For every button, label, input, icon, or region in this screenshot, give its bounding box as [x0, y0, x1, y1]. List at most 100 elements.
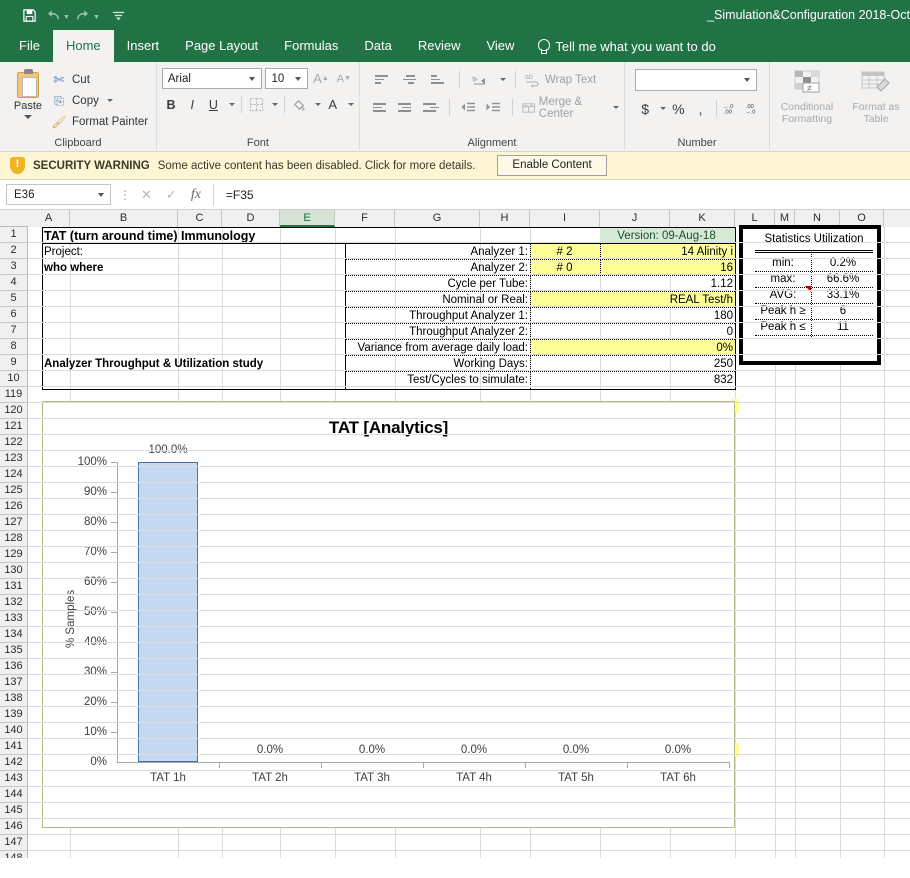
- row-header-123[interactable]: 123: [0, 451, 28, 467]
- tab-data[interactable]: Data: [351, 30, 404, 62]
- row-header-5[interactable]: 5: [0, 291, 28, 307]
- font-color-dropdown-icon[interactable]: [347, 103, 354, 106]
- fill-color-button[interactable]: [290, 94, 308, 115]
- name-box[interactable]: E36: [6, 184, 111, 205]
- tab-file[interactable]: File: [6, 30, 53, 62]
- row-header-9[interactable]: 9: [0, 355, 28, 371]
- orientation-dropdown-icon[interactable]: [499, 78, 506, 81]
- tab-home[interactable]: Home: [52, 30, 114, 62]
- row-header-136[interactable]: 136: [0, 659, 28, 675]
- align-center-button[interactable]: [397, 97, 416, 118]
- row-header-146[interactable]: 146: [0, 819, 28, 835]
- format-as-table-button[interactable]: Format as Table: [847, 70, 905, 136]
- row-header-134[interactable]: 134: [0, 627, 28, 643]
- paste-dropdown-icon[interactable]: [24, 115, 32, 119]
- row-header-124[interactable]: 124: [0, 467, 28, 483]
- cancel-icon[interactable]: ✕: [141, 187, 152, 203]
- merge-dropdown-icon[interactable]: [613, 106, 619, 109]
- row-header-130[interactable]: 130: [0, 563, 28, 579]
- tab-formulas[interactable]: Formulas: [271, 30, 351, 62]
- row-header-142[interactable]: 142: [0, 755, 28, 771]
- row-header-133[interactable]: 133: [0, 611, 28, 627]
- row-header-148[interactable]: 148: [0, 851, 28, 858]
- row-header-131[interactable]: 131: [0, 579, 28, 595]
- row-header-6[interactable]: 6: [0, 307, 28, 323]
- row-header-144[interactable]: 144: [0, 787, 28, 803]
- col-header-H[interactable]: H: [480, 210, 530, 227]
- row-header-122[interactable]: 122: [0, 435, 28, 451]
- tab-page-layout[interactable]: Page Layout: [172, 30, 271, 62]
- row-header-8[interactable]: 8: [0, 339, 28, 355]
- save-icon[interactable]: [18, 4, 40, 26]
- align-middle-button[interactable]: [400, 69, 422, 90]
- bold-button[interactable]: B: [162, 94, 180, 115]
- redo-dropdown-icon[interactable]: ▼: [93, 14, 100, 21]
- accounting-format-button[interactable]: $: [635, 98, 655, 119]
- enter-icon[interactable]: ✓: [166, 187, 177, 203]
- row-header-119[interactable]: 119: [0, 387, 28, 403]
- tab-review[interactable]: Review: [405, 30, 474, 62]
- align-right-button[interactable]: [421, 97, 440, 118]
- row-header-140[interactable]: 140: [0, 723, 28, 739]
- col-header-P[interactable]: [884, 210, 910, 227]
- undo-icon[interactable]: [42, 4, 64, 26]
- percent-format-button[interactable]: %: [668, 98, 688, 119]
- font-name-combo[interactable]: Arial: [161, 68, 263, 89]
- row-header-143[interactable]: 143: [0, 771, 28, 787]
- chart-bar-tat-1h[interactable]: [138, 462, 198, 762]
- shrink-font-button[interactable]: A ▼: [334, 68, 354, 89]
- col-header-K[interactable]: K: [670, 210, 735, 227]
- col-header-F[interactable]: F: [335, 210, 395, 227]
- chevron-down-icon[interactable]: [295, 76, 301, 81]
- chevron-down-icon[interactable]: [98, 192, 104, 197]
- paste-button[interactable]: Paste: [5, 66, 51, 136]
- row-header-145[interactable]: 145: [0, 803, 28, 819]
- row-header-10[interactable]: 10: [0, 371, 28, 387]
- formula-bar-handle[interactable]: ⋮: [119, 188, 131, 202]
- row-header-147[interactable]: 147: [0, 835, 28, 851]
- col-header-A[interactable]: A: [28, 210, 70, 227]
- row-header-120[interactable]: 120: [0, 403, 28, 419]
- row-header-4[interactable]: 4: [0, 275, 28, 291]
- row-header-126[interactable]: 126: [0, 499, 28, 515]
- merge-center-button[interactable]: Merge & Center: [521, 96, 619, 120]
- copy-dropdown-icon[interactable]: [106, 99, 113, 102]
- row-header-128[interactable]: 128: [0, 531, 28, 547]
- redo-icon[interactable]: [72, 4, 94, 26]
- row-header-121[interactable]: 121: [0, 419, 28, 435]
- comma-format-button[interactable]: ,: [690, 98, 710, 119]
- font-size-combo[interactable]: 10: [265, 68, 308, 89]
- row-header-135[interactable]: 135: [0, 643, 28, 659]
- copy-button[interactable]: ⎘ Copy: [51, 91, 148, 110]
- increase-decimal-button[interactable]: ←.0.00: [722, 98, 742, 119]
- format-painter-button[interactable]: 🖌 Format Painter: [51, 112, 148, 131]
- decrease-indent-button[interactable]: [459, 97, 478, 118]
- tell-me-box[interactable]: Tell me what you want to do: [527, 30, 725, 62]
- row-header-129[interactable]: 129: [0, 547, 28, 563]
- chevron-down-icon[interactable]: [744, 78, 750, 82]
- col-header-I[interactable]: I: [530, 210, 600, 227]
- row-header-1[interactable]: 1: [0, 227, 28, 243]
- customize-qat-icon[interactable]: [108, 4, 130, 26]
- row-header-141[interactable]: 141: [0, 739, 28, 755]
- col-header-B[interactable]: B: [70, 210, 178, 227]
- insert-function-icon[interactable]: fx: [191, 187, 201, 203]
- grow-font-button[interactable]: A ▲: [311, 68, 331, 89]
- col-header-J[interactable]: J: [600, 210, 670, 227]
- align-left-button[interactable]: [372, 97, 391, 118]
- chevron-down-icon[interactable]: [249, 76, 256, 81]
- row-header-7[interactable]: 7: [0, 323, 28, 339]
- fill-color-dropdown-icon[interactable]: [314, 103, 321, 106]
- italic-button[interactable]: I: [183, 94, 201, 115]
- row-header-127[interactable]: 127: [0, 515, 28, 531]
- row-header-139[interactable]: 139: [0, 707, 28, 723]
- orientation-button[interactable]: a: [469, 69, 491, 90]
- borders-dropdown-icon[interactable]: [271, 103, 278, 106]
- row-header-3[interactable]: 3: [0, 259, 28, 275]
- accounting-dropdown-icon[interactable]: [660, 107, 667, 110]
- underline-dropdown-icon[interactable]: [228, 103, 235, 106]
- row-header-137[interactable]: 137: [0, 675, 28, 691]
- number-format-combo[interactable]: [635, 69, 757, 91]
- undo-dropdown-icon[interactable]: ▼: [63, 14, 70, 21]
- tab-view[interactable]: View: [473, 30, 527, 62]
